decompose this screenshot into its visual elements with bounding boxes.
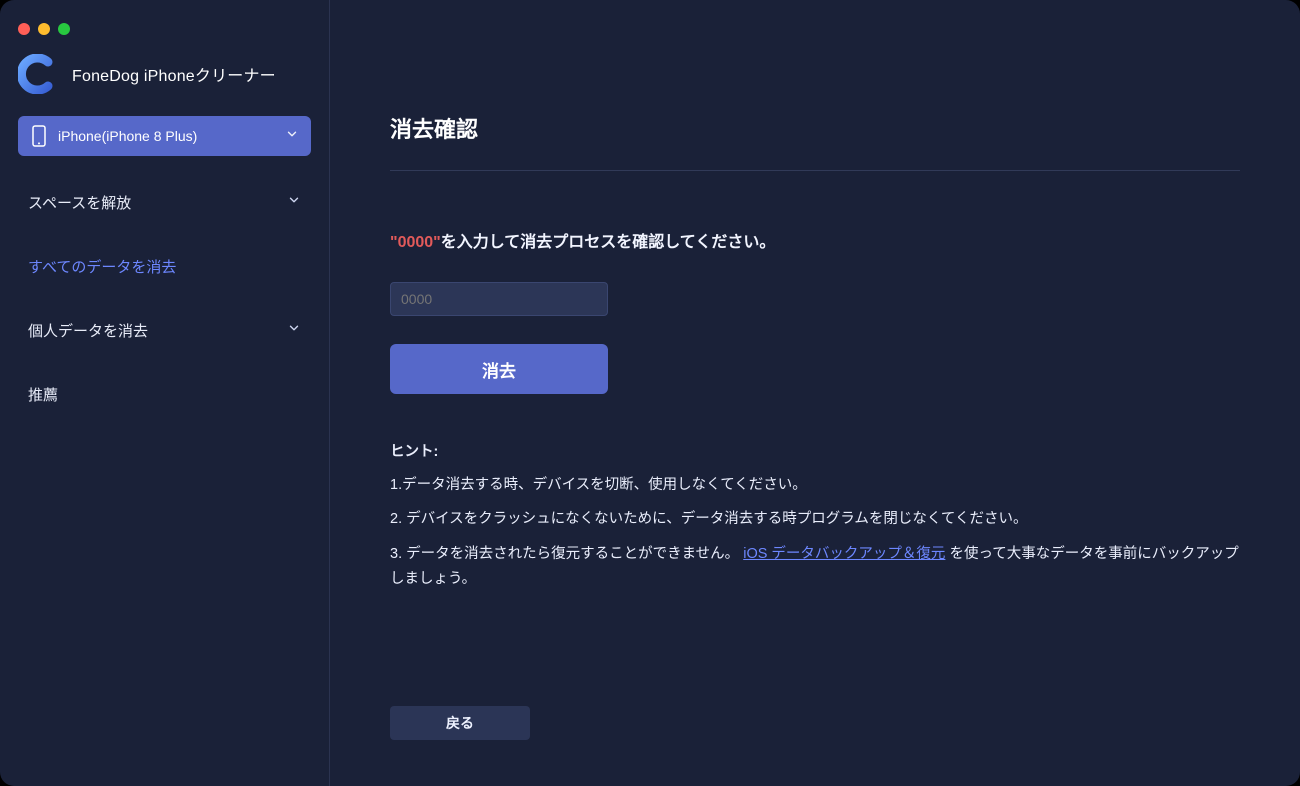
- sidebar-item-label: すべてのデータを消去: [28, 256, 176, 277]
- sidebar-item-label: 推薦: [28, 384, 58, 405]
- erase-button[interactable]: 消去: [390, 344, 608, 394]
- sidebar: FoneDog iPhoneクリーナー iPhone(iPhone 8 Plus…: [0, 0, 330, 786]
- sidebar-item-free-space[interactable]: スペースを解放: [0, 170, 329, 234]
- instruction-rest: を入力して消去プロセスを確認してください。: [441, 234, 776, 251]
- hint-line-1: 1.データ消去する時、デバイスを切断、使用しなくてください。: [390, 473, 1240, 498]
- hint3-pre: 3. データを消去されたら復元することができません。: [390, 546, 739, 562]
- app-window: FoneDog iPhoneクリーナー iPhone(iPhone 8 Plus…: [0, 0, 1300, 786]
- main-panel: 消去確認 "0000"を入力して消去プロセスを確認してください。 消去 ヒント:…: [330, 0, 1300, 786]
- chevron-down-icon: [285, 127, 299, 146]
- hints-title: ヒント:: [390, 440, 1240, 465]
- chevron-down-icon: [287, 193, 301, 211]
- confirmation-input[interactable]: [390, 282, 608, 316]
- device-selector[interactable]: iPhone(iPhone 8 Plus): [18, 116, 311, 156]
- hints-section: ヒント: 1.データ消去する時、デバイスを切断、使用しなくてください。 2. デ…: [390, 440, 1240, 601]
- chevron-down-icon: [287, 321, 301, 339]
- maximize-icon[interactable]: [58, 23, 70, 35]
- sidebar-item-erase-all-data[interactable]: すべてのデータを消去: [0, 234, 329, 298]
- confirmation-code: "0000": [390, 234, 441, 251]
- minimize-icon[interactable]: [38, 23, 50, 35]
- device-label: iPhone(iPhone 8 Plus): [58, 128, 285, 144]
- sidebar-item-label: 個人データを消去: [28, 320, 148, 341]
- close-icon[interactable]: [18, 23, 30, 35]
- app-title: FoneDog iPhoneクリーナー: [72, 62, 276, 86]
- instruction-text: "0000"を入力して消去プロセスを確認してください。: [390, 228, 775, 252]
- hint-line-2: 2. デバイスをクラッシュになくないために、データ消去する時プログラムを閉じなく…: [390, 507, 1240, 532]
- page-title: 消去確認: [390, 112, 478, 144]
- phone-icon: [30, 125, 48, 147]
- brand: FoneDog iPhoneクリーナー: [0, 44, 329, 116]
- window-controls: [0, 10, 329, 44]
- sidebar-item-label: スペースを解放: [28, 192, 131, 213]
- sidebar-item-erase-private-data[interactable]: 個人データを消去: [0, 298, 329, 362]
- sidebar-item-recommend[interactable]: 推薦: [0, 362, 329, 426]
- app-logo-icon: [18, 54, 58, 94]
- divider: [390, 170, 1240, 171]
- back-button[interactable]: 戻る: [390, 706, 530, 740]
- backup-restore-link[interactable]: iOS データバックアップ＆復元: [743, 546, 945, 562]
- hint-line-3: 3. データを消去されたら復元することができません。 iOS データバックアップ…: [390, 542, 1240, 591]
